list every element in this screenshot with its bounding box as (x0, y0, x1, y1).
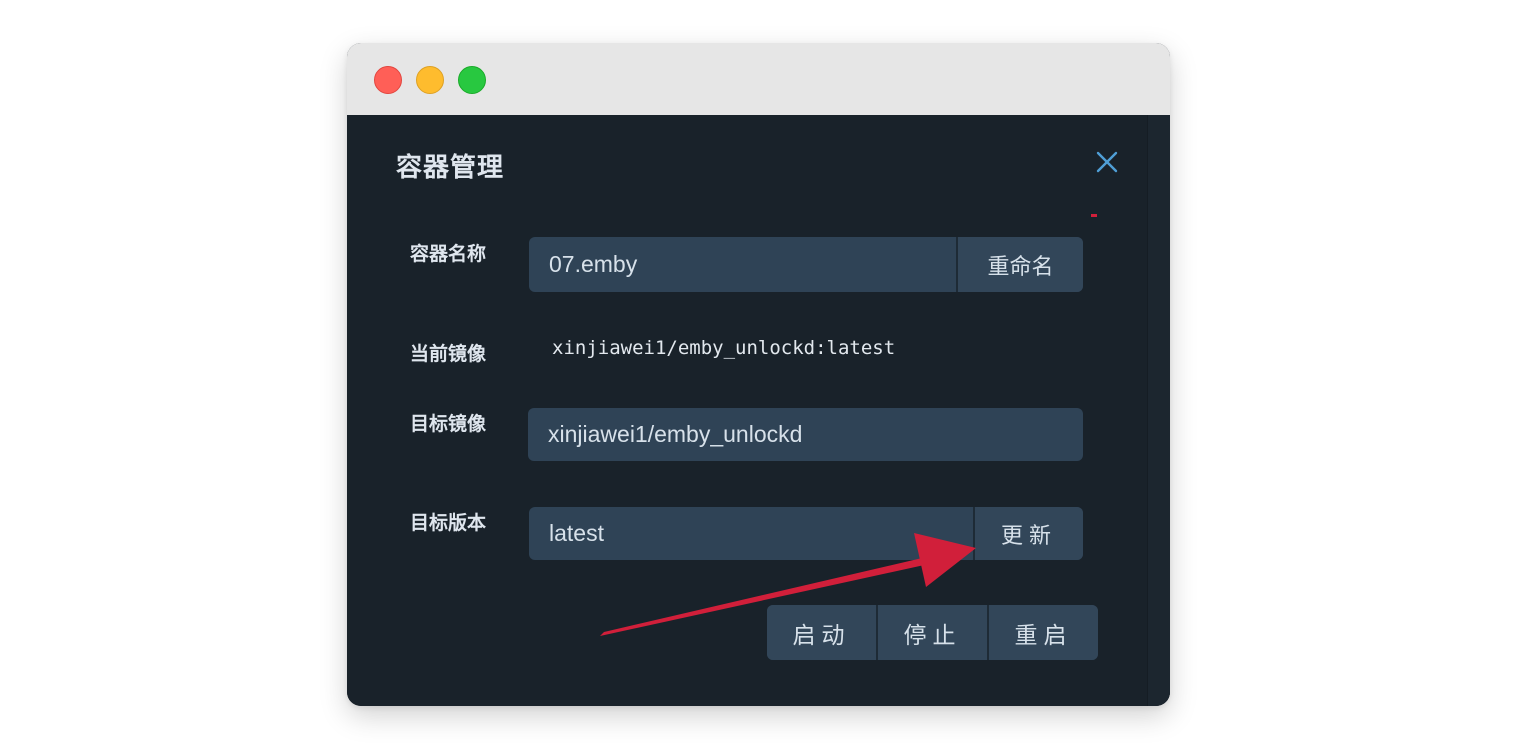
start-button[interactable]: 启动 (767, 605, 876, 660)
container-name-input[interactable]: 07.emby (529, 237, 956, 292)
restart-button[interactable]: 重启 (987, 605, 1098, 660)
rename-button[interactable]: 重命名 (956, 237, 1083, 292)
window-close-button[interactable] (374, 66, 402, 94)
window-minimize-button[interactable] (416, 66, 444, 94)
dialog-title: 容器管理 (396, 153, 505, 183)
target-version-group: latest 更新 (529, 507, 1083, 560)
current-image-label: 当前镜像 (410, 343, 487, 365)
app-window: 容器管理 容器名称 07.emby 重命名 当前镜像 xinjiawei1/em… (347, 43, 1170, 706)
window-maximize-button[interactable] (458, 66, 486, 94)
container-name-group: 07.emby 重命名 (529, 237, 1083, 292)
target-version-label: 目标版本 (410, 512, 487, 534)
target-image-input[interactable]: xinjiawei1/emby_unlockd (528, 408, 1083, 461)
current-image-value: xinjiawei1/emby_unlockd:latest (552, 337, 896, 359)
stop-button[interactable]: 停止 (876, 605, 987, 660)
container-management-dialog: 容器管理 容器名称 07.emby 重命名 当前镜像 xinjiawei1/em… (347, 115, 1170, 706)
update-button[interactable]: 更新 (973, 507, 1083, 560)
scrollbar-track[interactable] (1147, 115, 1170, 706)
container-name-label: 容器名称 (410, 243, 487, 265)
container-action-group: 启动 停止 重启 (767, 605, 1098, 660)
close-icon[interactable] (1094, 149, 1120, 175)
annotation-mark (1091, 214, 1097, 217)
target-version-input[interactable]: latest (529, 507, 973, 560)
target-image-label: 目标镜像 (410, 413, 487, 435)
window-titlebar (347, 43, 1170, 115)
target-image-group: xinjiawei1/emby_unlockd (528, 408, 1083, 461)
